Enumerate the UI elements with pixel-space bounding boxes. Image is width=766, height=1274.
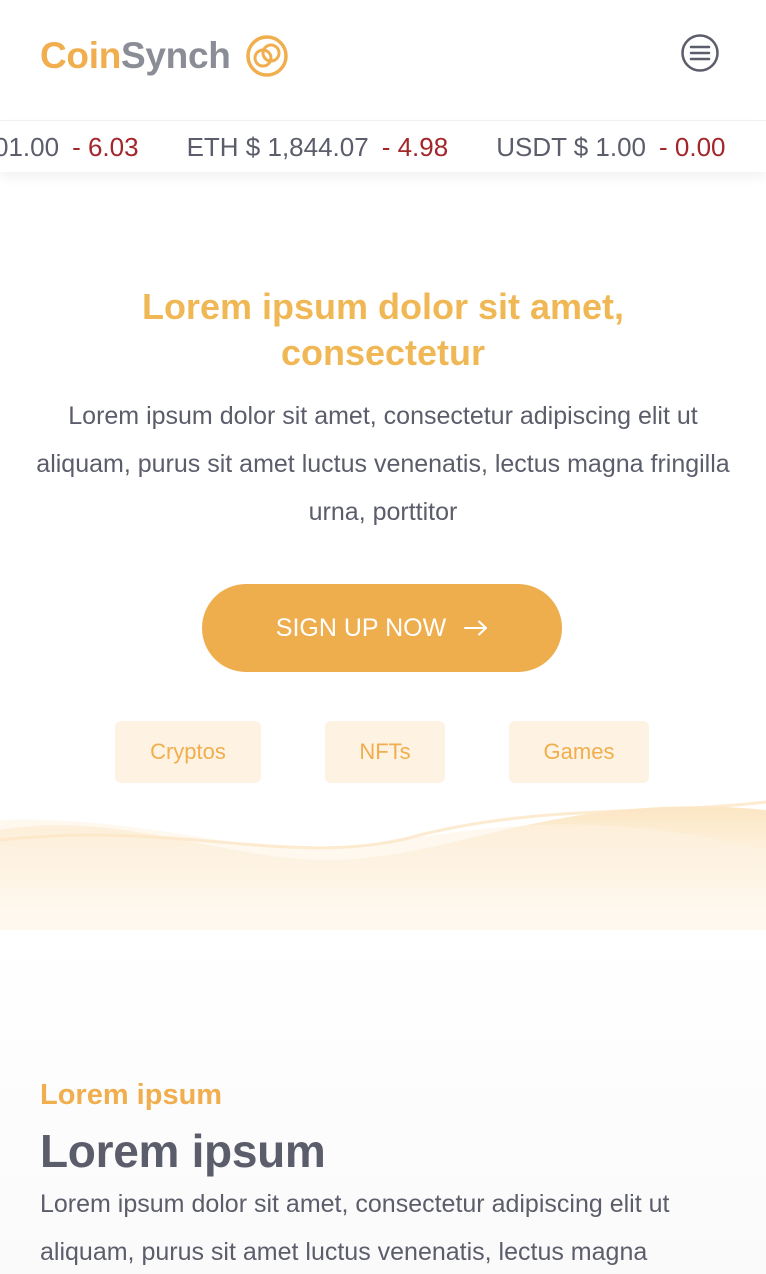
tag-games[interactable]: Games — [509, 721, 649, 783]
ticker-change: - 6.03 — [72, 131, 139, 162]
coinsynch-rings-icon — [245, 35, 288, 77]
sign-up-button[interactable]: SIGN UP NOW — [202, 584, 562, 672]
logo[interactable]: Coin Synch — [40, 34, 289, 78]
ticker-price: 01.00 — [0, 131, 60, 162]
ticker-item[interactable]: ETH $ 1,844.07 - 4.98 — [187, 132, 449, 163]
header: Coin Synch — [0, 0, 766, 120]
logo-text-coin: Coin — [40, 35, 122, 76]
ticker-price: USDT $ 1.00 — [496, 131, 647, 162]
tag-cryptos[interactable]: Cryptos — [115, 721, 261, 783]
page: Coin Synch 01.00 - 6.03 ETH $ 1,844.07 -… — [0, 0, 766, 1274]
arrow-right-icon — [464, 620, 488, 636]
tag-nfts[interactable]: NFTs — [325, 721, 445, 783]
ticker-change: - 0.00 — [659, 131, 726, 162]
section-text: Lorem ipsum dolor sit amet, consectetur … — [40, 1190, 670, 1266]
ticker-change: - 4.98 — [381, 131, 449, 162]
ticker-track: 01.00 - 6.03 ETH $ 1,844.07 - 4.98 USDT … — [0, 121, 766, 172]
hero-title: Lorem ipsum dolor sit amet, consectetur — [141, 286, 625, 373]
ticker-item[interactable]: 01.00 - 6.03 — [0, 132, 139, 163]
menu-button[interactable] — [680, 33, 720, 73]
ticker-item[interactable]: USDT $ 1.00 - 0.00 — [496, 132, 725, 163]
decorative-wave — [0, 800, 766, 930]
section-kicker: Lorem ipsum — [40, 1079, 223, 1111]
sign-up-label: SIGN UP NOW — [275, 613, 447, 642]
logo-text-synch: Synch — [121, 35, 231, 76]
section-title: Lorem ipsum — [40, 1125, 326, 1177]
hamburger-menu-icon — [681, 34, 719, 72]
ticker-price: ETH $ 1,844.07 — [186, 131, 369, 162]
hero-description: Lorem ipsum dolor sit amet, consectetur … — [36, 402, 730, 526]
price-ticker: 01.00 - 6.03 ETH $ 1,844.07 - 4.98 USDT … — [0, 120, 766, 172]
